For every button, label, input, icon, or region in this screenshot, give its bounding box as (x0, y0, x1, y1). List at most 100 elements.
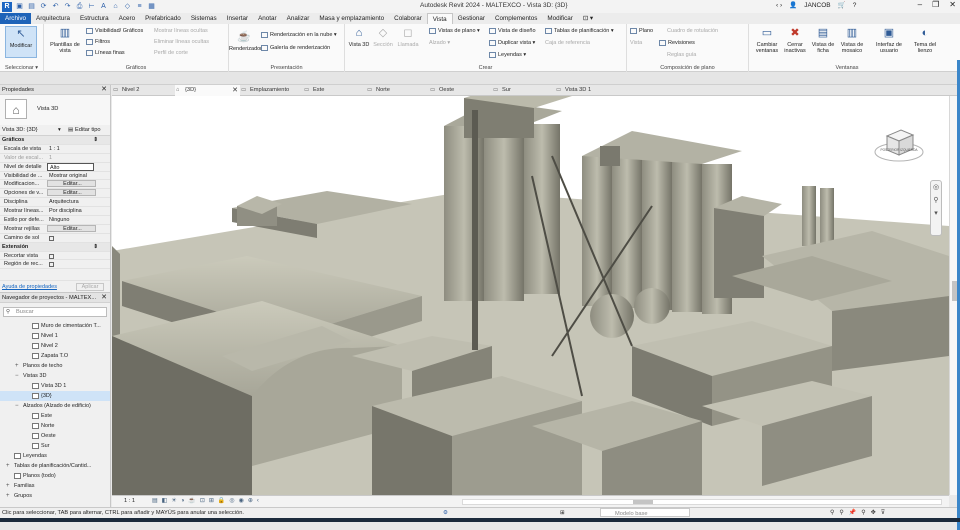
select-underlay-icon[interactable]: ⚲ (839, 508, 843, 518)
type-selector-value[interactable]: Vista 3D: {3D} (2, 127, 38, 133)
property-row[interactable]: Nivel de detalle Alto (0, 162, 110, 172)
measure-icon[interactable]: ⊢ (87, 2, 96, 11)
thin-lines-icon[interactable]: ≡ (135, 2, 144, 11)
select-by-face-icon[interactable]: ⚲ (861, 508, 865, 518)
property-row[interactable]: Disciplina Arquitectura (0, 198, 110, 208)
crop-icon[interactable]: ⊡ (200, 496, 205, 507)
extent-section[interactable]: Extensión ⇕ (0, 242, 110, 252)
ribbon-tab[interactable]: Masa y emplazamiento (314, 13, 389, 24)
view-templates-button[interactable]: ▥ Plantillas de vista (46, 26, 84, 54)
remove-hidden-lines-button[interactable]: Eliminar líneas ocultas (154, 38, 209, 46)
ribbon-tab[interactable]: Sistemas (186, 13, 222, 24)
text-icon[interactable]: A (99, 2, 108, 11)
close-inactive-button[interactable]: ✖ Cerrar inactivas (781, 26, 809, 54)
viewcube-graphic[interactable] (873, 122, 925, 168)
view-tab[interactable]: ▭ Vista 3D 1 (555, 85, 618, 96)
browser-search-input[interactable]: ⚲ Buscar (3, 307, 107, 318)
checkbox[interactable] (49, 253, 54, 259)
visual-style-icon[interactable]: ◧ (162, 496, 168, 507)
ribbon-tab[interactable]: Analizar (282, 13, 315, 24)
search-help-icon[interactable]: ‹ › (776, 2, 782, 9)
steering-wheel-icon[interactable]: ◎ (931, 181, 941, 194)
horizontal-scrollbar[interactable] (462, 499, 942, 505)
user-interface-button[interactable]: ▣ Interfaz de usuario (873, 26, 905, 54)
checkbox[interactable] (49, 262, 54, 268)
viewcube[interactable]: POSTERIOR IZQUIERDA (873, 122, 925, 168)
detail-level-icon[interactable]: ▤ (152, 496, 158, 507)
drag-elements-icon[interactable]: ✥ (871, 508, 876, 518)
edit-property-button[interactable]: Editar... (47, 189, 96, 197)
apply-button[interactable]: Aplicar (76, 283, 104, 292)
drafting-view-button[interactable]: Vista de diseño (489, 27, 536, 35)
duplicate-view-button[interactable]: Duplicar vista ▾ (489, 39, 535, 47)
property-value[interactable]: Ninguno (47, 216, 110, 224)
view-tab[interactable]: ▭ Nivel 2 (112, 85, 175, 96)
property-value[interactable]: Arquitectura (47, 198, 110, 206)
edit-type-button[interactable]: ▤ Editar tipo (68, 125, 101, 136)
cloud-render-button[interactable]: Renderización en la nube ▾ (261, 31, 337, 39)
browser-item[interactable]: Norte (0, 421, 110, 431)
collapse-icon[interactable]: − (15, 401, 19, 411)
scope-box-button[interactable]: Caja de referencia (545, 39, 590, 47)
edit-property-button[interactable]: Editar... (47, 224, 96, 232)
render-gallery-button[interactable]: Galería de renderización (261, 44, 330, 52)
close-icon[interactable]: ✕ (949, 0, 956, 9)
ribbon-tab[interactable]: Colaborar (389, 13, 427, 24)
browser-item[interactable]: {3D} (0, 391, 110, 402)
guide-grid-button[interactable]: Reglas guía (667, 51, 696, 59)
worksharing-icon[interactable]: ⚙ (443, 508, 448, 518)
graphics-section[interactable]: Gráficos ⇕ (0, 136, 110, 145)
sun-path-icon[interactable]: ☀ (171, 496, 176, 507)
type-preview[interactable]: ⌂ Vista 3D (0, 95, 110, 125)
ribbon-tab[interactable]: Vista (426, 13, 453, 24)
cart-icon[interactable]: 🛒 (838, 1, 846, 9)
browser-item[interactable]: Planos (todo) (0, 471, 110, 481)
ribbon-tab[interactable]: Archivo (0, 13, 31, 24)
3d-view-button[interactable]: ⌂ Vista 3D (347, 26, 371, 48)
property-value[interactable]: Alto (47, 162, 94, 171)
browser-item[interactable]: Muro de cimentación T... (0, 321, 110, 331)
property-row[interactable]: Modificacion... Editar... (0, 180, 110, 190)
canvas-theme-button[interactable]: ◐ Tema del lienzo (909, 26, 941, 54)
contextual-tab-dropdown-icon[interactable]: ⊡ ▾ (578, 13, 598, 24)
horizontal-scroll-thumb[interactable] (633, 500, 653, 504)
property-row[interactable]: Opciones de v... Editar... (0, 189, 110, 199)
properties-close-icon[interactable]: ✕ (101, 85, 107, 95)
view-scale[interactable]: 1 : 1 (124, 496, 135, 507)
property-row[interactable]: Visibilidad de ... Mostrar original (0, 172, 110, 181)
sheet-button[interactable]: Plano (630, 27, 653, 35)
browser-item[interactable]: Vista 3D 1 (0, 381, 110, 391)
ribbon-tab[interactable]: Modificar (542, 13, 578, 24)
property-value[interactable]: Mostrar original (47, 172, 110, 180)
browser-item[interactable]: Nivel 2 (0, 341, 110, 351)
property-checkbox[interactable] (47, 252, 110, 260)
select-links-icon[interactable]: ⚲ (830, 508, 834, 518)
view-tab[interactable]: ▭ Sur (492, 85, 555, 96)
ribbon-tab[interactable]: Estructura (75, 13, 114, 24)
ribbon-tab[interactable]: Prefabricado (140, 13, 186, 24)
schedules-button[interactable]: Tablas de planificación ▾ (545, 27, 614, 35)
browser-item[interactable]: Este (0, 411, 110, 421)
shadows-icon[interactable]: ◑ (181, 496, 185, 507)
render-icon[interactable]: ☕ (188, 496, 195, 507)
collapse-icon[interactable]: − (15, 371, 19, 381)
browser-item[interactable]: − Alzados (Alzado de edificio) (0, 401, 110, 411)
filter-selection-icon[interactable]: ⊽ (881, 508, 885, 518)
filters-button[interactable]: Filtros (86, 38, 110, 46)
view-tab[interactable]: ▭ Norte (366, 85, 429, 96)
place-view-button[interactable]: Vista (630, 39, 642, 47)
property-row[interactable]: Mostrar rejillas Editar... (0, 224, 110, 234)
ribbon-tab[interactable]: Arquitectura (31, 13, 75, 24)
close-tab-icon[interactable]: ✕ (232, 85, 238, 96)
property-row[interactable]: Recortar vista (0, 252, 110, 261)
view-tab[interactable]: ▭ Este (303, 85, 366, 96)
ribbon-tab[interactable]: Complementos (490, 13, 542, 24)
lock-view-icon[interactable]: 🔒 (218, 496, 225, 507)
print-icon[interactable]: ⎙ (75, 2, 84, 11)
property-value[interactable]: 1 (47, 154, 110, 162)
ribbon-tab[interactable]: Anotar (253, 13, 282, 24)
switch-windows-icon[interactable]: ▦ (147, 2, 156, 11)
property-row[interactable]: Valor de escal... 1 (0, 154, 110, 163)
browser-item[interactable]: Leyendas (0, 451, 110, 461)
expand-icon[interactable]: + (6, 461, 10, 471)
